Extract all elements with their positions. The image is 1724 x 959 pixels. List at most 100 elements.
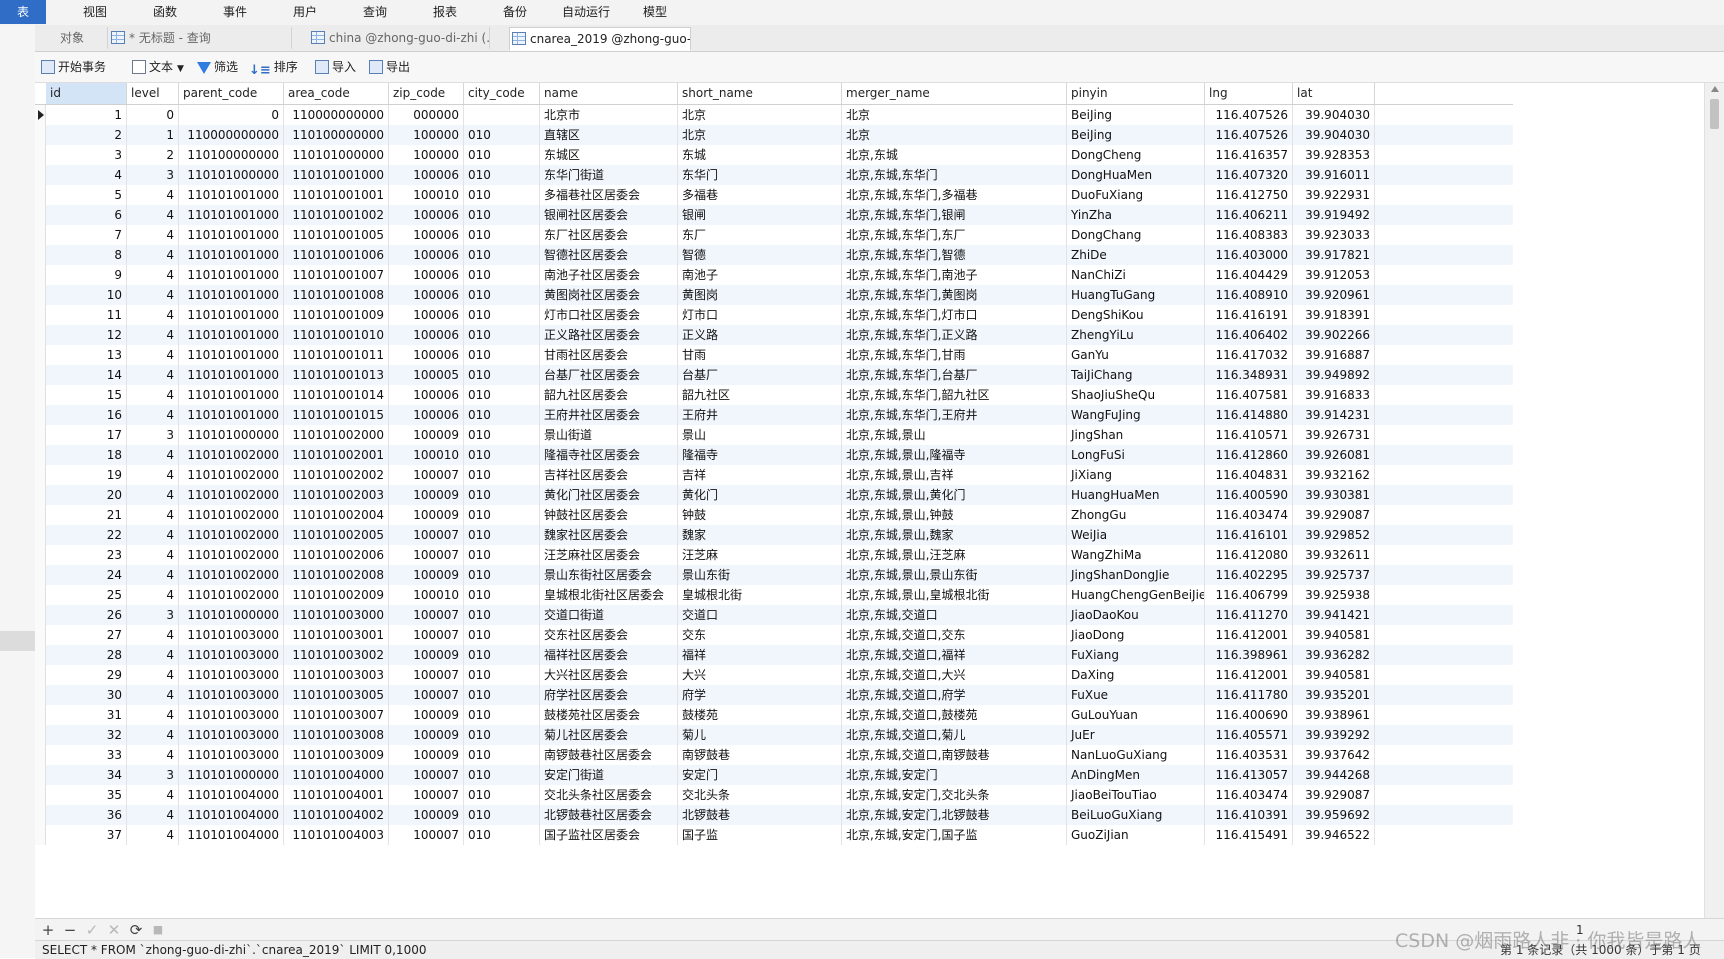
row-header[interactable]: [35, 285, 46, 305]
table-row[interactable]: 23 4 110101002000 110101002006 100007 010 汪芝麻社…: [35, 545, 1513, 565]
stop-button[interactable]: ■: [149, 921, 167, 939]
cell-parent-code[interactable]: 110101003000: [179, 645, 284, 665]
table-row[interactable]: 25 4 110101002000 110101002009 100010 010 皇城根北…: [35, 585, 1513, 605]
column-header-short-name[interactable]: short_name: [678, 83, 842, 104]
table-row[interactable]: 28 4 110101003000 110101003002 100009 010 福祥社区…: [35, 645, 1513, 665]
cell-level[interactable]: 4: [127, 485, 179, 505]
cell-zip-code[interactable]: 100009: [389, 485, 464, 505]
table-row[interactable]: 34 3 110101000000 110101004000 100007 010 安定门街…: [35, 765, 1513, 785]
cell-id[interactable]: 23: [46, 545, 127, 565]
cell-name[interactable]: 黄图岗社区居委会: [540, 285, 678, 305]
cell-area-code[interactable]: 110101002009: [284, 585, 389, 605]
cell-city-code[interactable]: 010: [464, 685, 540, 705]
cell-id[interactable]: 29: [46, 665, 127, 685]
cell-name[interactable]: 多福巷社区居委会: [540, 185, 678, 205]
cell-short-name[interactable]: 魏家: [678, 525, 842, 545]
cell-lat[interactable]: 39.902266: [1293, 325, 1375, 345]
cell-id[interactable]: 7: [46, 225, 127, 245]
cell-city-code[interactable]: 010: [464, 585, 540, 605]
cell-id[interactable]: 34: [46, 765, 127, 785]
cell-zip-code[interactable]: 100010: [389, 585, 464, 605]
menu-automation[interactable]: 自动运行: [556, 0, 616, 24]
cell-name[interactable]: 魏家社区居委会: [540, 525, 678, 545]
cell-name[interactable]: 灯市口社区居委会: [540, 305, 678, 325]
row-header[interactable]: [35, 665, 46, 685]
menu-backup[interactable]: 备份: [494, 0, 536, 24]
cell-merger-name[interactable]: 北京,东城,交道口,府学: [842, 685, 1067, 705]
cell-merger-name[interactable]: 北京: [842, 105, 1067, 125]
cell-area-code[interactable]: 110101002003: [284, 485, 389, 505]
cell-level[interactable]: 4: [127, 745, 179, 765]
cell-id[interactable]: 3: [46, 145, 127, 165]
cell-name[interactable]: 景山东街社区居委会: [540, 565, 678, 585]
cell-area-code[interactable]: 110101003001: [284, 625, 389, 645]
cell-parent-code[interactable]: 110101003000: [179, 665, 284, 685]
cell-id[interactable]: 18: [46, 445, 127, 465]
cell-lng[interactable]: 116.410391: [1205, 805, 1293, 825]
cell-lat[interactable]: 39.946522: [1293, 825, 1375, 845]
cell-parent-code[interactable]: 110101001000: [179, 285, 284, 305]
cell-parent-code[interactable]: 0: [179, 105, 284, 125]
cell-zip-code[interactable]: 100006: [389, 265, 464, 285]
cell-short-name[interactable]: 交北头条: [678, 785, 842, 805]
cell-area-code[interactable]: 110101001001: [284, 185, 389, 205]
table-row[interactable]: 17 3 110101000000 110101002000 100009 010 景山街道…: [35, 425, 1513, 445]
cell-city-code[interactable]: 010: [464, 185, 540, 205]
cell-zip-code[interactable]: 100007: [389, 525, 464, 545]
cell-short-name[interactable]: 灯市口: [678, 305, 842, 325]
cell-pinyin[interactable]: FuXue: [1067, 685, 1205, 705]
row-header[interactable]: [35, 645, 46, 665]
cell-short-name[interactable]: 北锣鼓巷: [678, 805, 842, 825]
column-header-merger-name[interactable]: merger_name: [842, 83, 1067, 104]
row-header[interactable]: [35, 245, 46, 265]
export-button[interactable]: 导出: [369, 56, 410, 78]
cell-lng[interactable]: 116.415491: [1205, 825, 1293, 845]
cell-lng[interactable]: 116.412750: [1205, 185, 1293, 205]
cell-lat[interactable]: 39.936282: [1293, 645, 1375, 665]
cell-pinyin[interactable]: HuangChengGenBeiJie: [1067, 585, 1205, 605]
cell-short-name[interactable]: 交道口: [678, 605, 842, 625]
cell-lng[interactable]: 116.407526: [1205, 105, 1293, 125]
cell-merger-name[interactable]: 北京,东城,交道口,交东: [842, 625, 1067, 645]
cell-level[interactable]: 4: [127, 825, 179, 845]
cell-area-code[interactable]: 110101003003: [284, 665, 389, 685]
row-header[interactable]: [35, 205, 46, 225]
cell-level[interactable]: 4: [127, 805, 179, 825]
cell-lng[interactable]: 116.412001: [1205, 625, 1293, 645]
cell-city-code[interactable]: 010: [464, 705, 540, 725]
cell-zip-code[interactable]: 100006: [389, 245, 464, 265]
cell-lng[interactable]: 116.412080: [1205, 545, 1293, 565]
cell-lat[interactable]: 39.925938: [1293, 585, 1375, 605]
cell-pinyin[interactable]: JiaoDaoKou: [1067, 605, 1205, 625]
cell-parent-code[interactable]: 110101001000: [179, 385, 284, 405]
row-header[interactable]: [35, 785, 46, 805]
cell-merger-name[interactable]: 北京,东城,东华门,银闸: [842, 205, 1067, 225]
cell-lat[interactable]: 39.912053: [1293, 265, 1375, 285]
cell-lat[interactable]: 39.914231: [1293, 405, 1375, 425]
cell-short-name[interactable]: 吉祥: [678, 465, 842, 485]
cell-short-name[interactable]: 东华门: [678, 165, 842, 185]
cell-parent-code[interactable]: 110101002000: [179, 585, 284, 605]
cell-name[interactable]: 汪芝麻社区居委会: [540, 545, 678, 565]
cell-lng[interactable]: 116.411270: [1205, 605, 1293, 625]
refresh-button[interactable]: ⟳: [127, 921, 145, 939]
cell-area-code[interactable]: 110101003005: [284, 685, 389, 705]
cell-short-name[interactable]: 甘雨: [678, 345, 842, 365]
menu-view[interactable]: 视图: [74, 0, 116, 24]
row-header[interactable]: [35, 485, 46, 505]
cell-pinyin[interactable]: JingShanDongJie: [1067, 565, 1205, 585]
cell-parent-code[interactable]: 110101002000: [179, 565, 284, 585]
cell-merger-name[interactable]: 北京,东城,交道口,鼓楼苑: [842, 705, 1067, 725]
cell-zip-code[interactable]: 100007: [389, 785, 464, 805]
row-header[interactable]: [35, 385, 46, 405]
cell-zip-code[interactable]: 100006: [389, 345, 464, 365]
cell-merger-name[interactable]: 北京,东城,东华门,多福巷: [842, 185, 1067, 205]
cell-level[interactable]: 0: [127, 105, 179, 125]
table-row[interactable]: 32 4 110101003000 110101003008 100009 010 菊儿社区…: [35, 725, 1513, 745]
cell-merger-name[interactable]: 北京,东城,东华门,智德: [842, 245, 1067, 265]
cell-merger-name[interactable]: 北京,东城,安定门,国子监: [842, 825, 1067, 845]
cell-zip-code[interactable]: 100009: [389, 725, 464, 745]
cell-lat[interactable]: 39.941421: [1293, 605, 1375, 625]
cell-lng[interactable]: 116.407581: [1205, 385, 1293, 405]
cell-lat[interactable]: 39.926081: [1293, 445, 1375, 465]
